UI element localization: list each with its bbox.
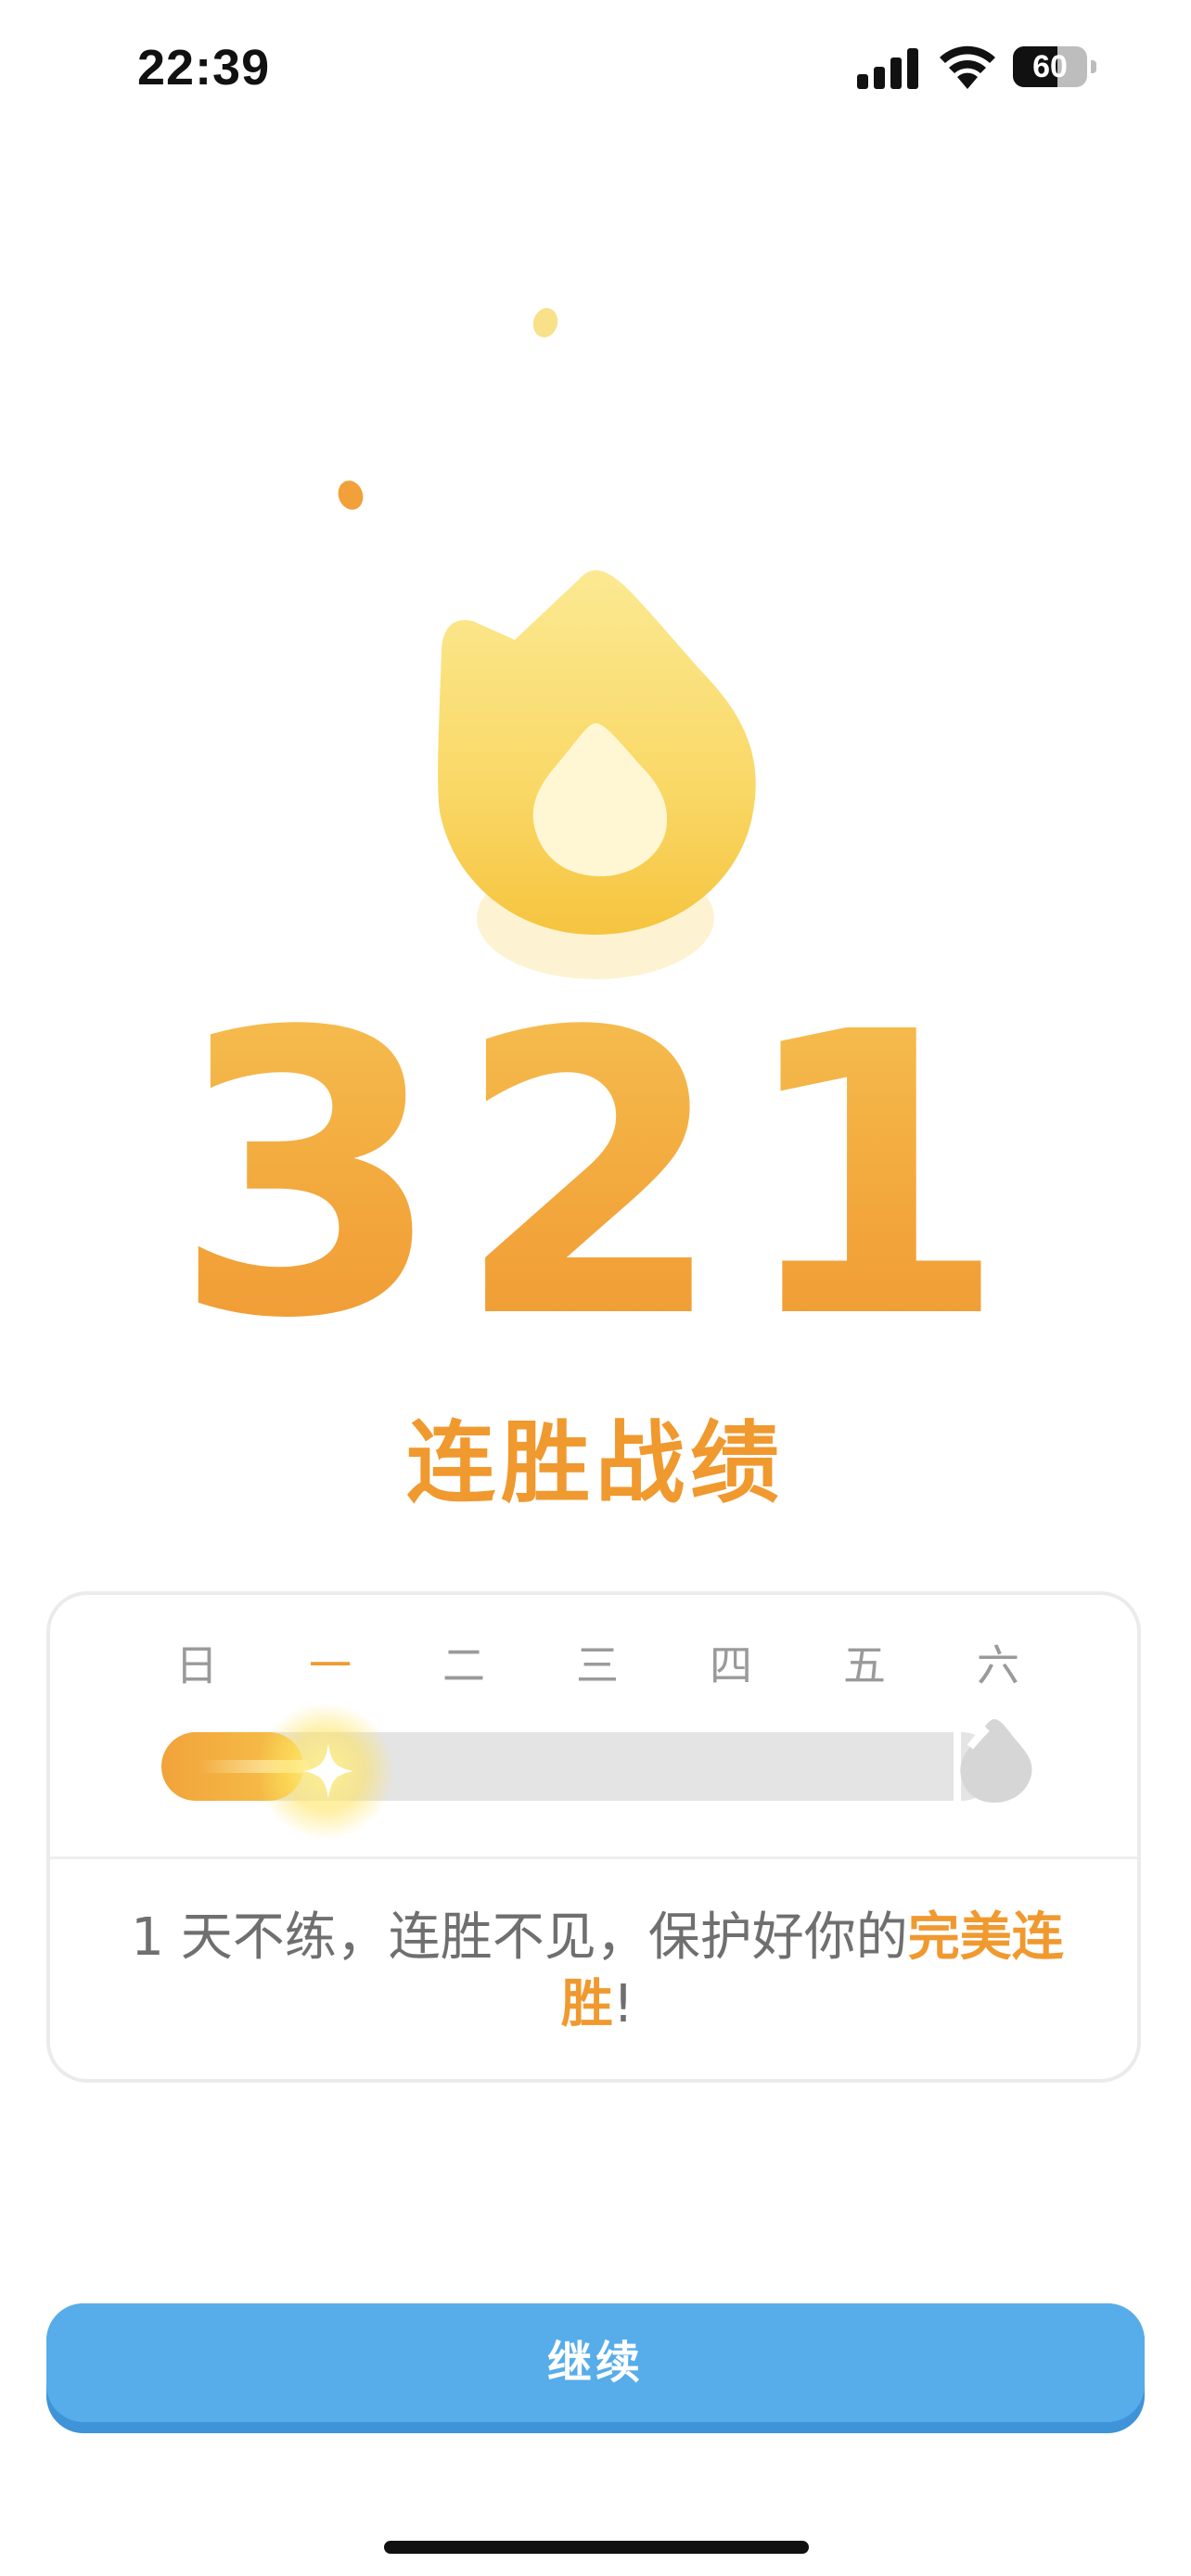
streak-flame-illustration [338,308,756,979]
weekday-label: 一 [309,1640,352,1690]
flame-goal-icon [954,1712,1032,1804]
reminder-suffix: ! [612,1974,634,2034]
weekday-label: 四 [710,1640,752,1690]
weekday-label: 三 [576,1640,619,1690]
streak-count: 321 [0,983,1191,1372]
sparkle-dot-icon [532,308,558,338]
card-divider [50,1856,1137,1859]
weekday-label: 日 [175,1640,218,1690]
cellular-signal-icon [857,46,922,89]
weekday-label: 六 [977,1640,1019,1690]
weekday-label: 二 [442,1640,485,1690]
reminder-text: 1 天不练，连胜不见，保护好你的 [131,1907,908,1968]
weekly-streak-card: 日 一 二 三 四 五 六 1 天不练，连胜不见，保护好你的完美连胜! [46,1591,1141,2083]
sparkle-dot-icon [338,480,364,510]
battery-icon: 60 [1013,46,1096,87]
wifi-icon [940,45,995,89]
streak-reminder-text: 1 天不练，连胜不见，保护好你的完美连胜! [124,1905,1070,2038]
status-bar: 22:39 60 [0,0,1191,139]
home-indicator[interactable] [384,2541,809,2554]
battery-level-text: 60 [1032,49,1068,84]
weekday-row: 日 一 二 三 四 五 六 [50,1632,1137,1697]
status-time: 22:39 [137,40,271,96]
continue-button-label[interactable]: 继续 [46,2303,1145,2422]
continue-button[interactable]: 继续 [46,2303,1145,2433]
streak-label: 连胜战绩 [406,1411,785,1515]
sparkle-star-icon [303,1743,353,1799]
weekday-label: 五 [843,1640,886,1690]
